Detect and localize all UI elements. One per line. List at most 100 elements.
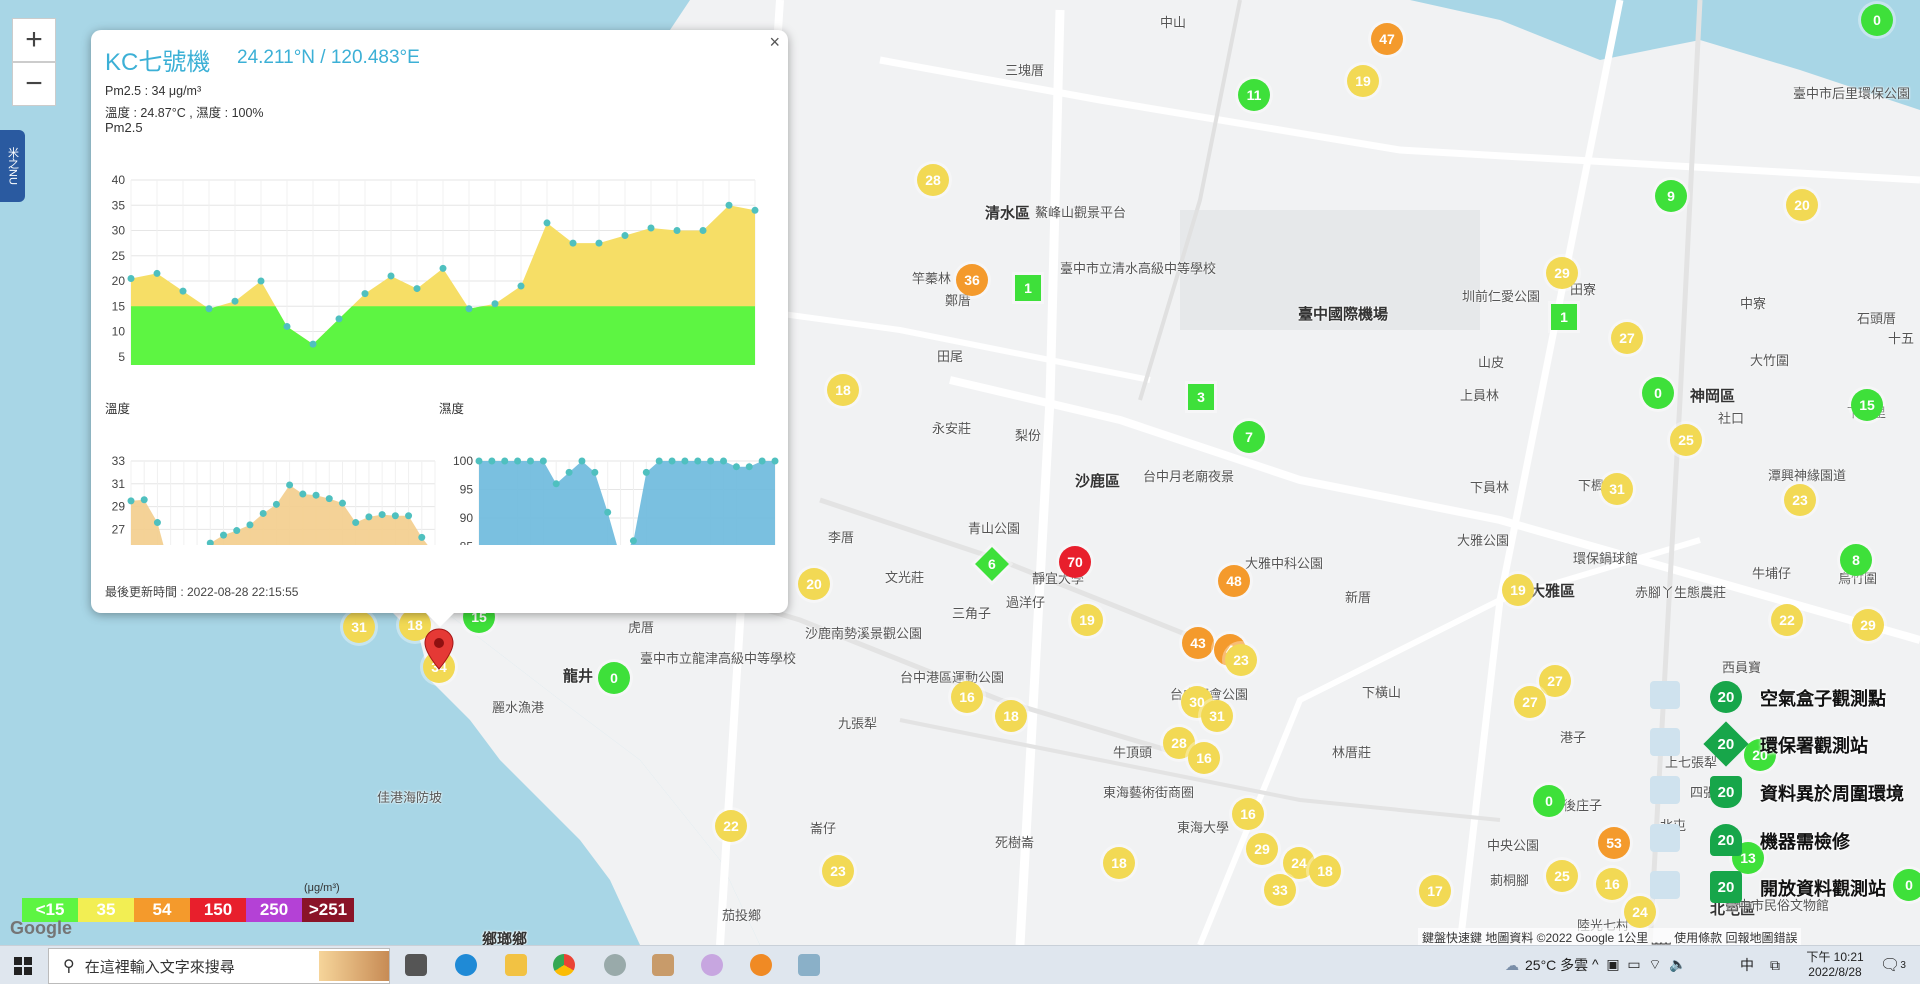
data-point [539, 457, 547, 465]
sensor-marker[interactable]: 19 [1502, 574, 1534, 606]
menu-tab[interactable]: 米之NU [0, 130, 25, 202]
sensor-marker[interactable]: 17 [1419, 875, 1451, 907]
sensor-marker[interactable]: 18 [1309, 855, 1341, 887]
map-view[interactable]: 三塊厝 清水區 鰲峰山觀景平台 臺中市立清水高級中等學校 竿蓁林 鄭厝 田尾 永… [0, 0, 1920, 945]
app-icon[interactable] [701, 954, 723, 976]
sensor-marker[interactable]: 53 [1598, 827, 1630, 859]
taskbar-search-box[interactable]: ⚲ 在這裡輸入文字來搜尋 [48, 948, 390, 984]
data-point [206, 539, 214, 545]
place-label: 麗水漁港 [492, 700, 545, 715]
sensor-marker[interactable]: 27 [1539, 665, 1571, 697]
selected-location-pin-icon[interactable] [423, 627, 455, 671]
data-point [604, 508, 612, 516]
sensor-marker[interactable]: 47 [1371, 23, 1403, 55]
place-label: 臺中市立龍津高級中等學校 [640, 651, 797, 666]
data-point [405, 512, 413, 520]
sensor-marker[interactable]: 29 [1246, 833, 1278, 865]
epa-station-marker[interactable]: 1 [1551, 304, 1577, 330]
last-update-time: 最後更新時間 : 2022-08-28 22:15:55 [105, 585, 299, 599]
sensor-marker[interactable]: 23 [1225, 644, 1257, 676]
cone-icon [1650, 824, 1680, 852]
sensor-marker[interactable]: 29 [1546, 257, 1578, 289]
sensor-marker[interactable]: 23 [822, 855, 854, 887]
data-point [465, 305, 473, 313]
place-label: 東海大學 [1177, 820, 1230, 835]
legend-anomaly: 20 資料異於周圍環境 [1650, 772, 1910, 812]
epa-station-marker[interactable]: 1 [1015, 275, 1041, 301]
notification-icon[interactable]: 🗨 3 [1880, 952, 1906, 978]
bird-decoration-icon [319, 951, 389, 981]
sensor-marker[interactable]: 16 [1188, 742, 1220, 774]
close-icon[interactable]: × [769, 32, 780, 53]
data-point [751, 206, 759, 214]
file-explorer-icon[interactable] [505, 954, 527, 976]
sensor-marker[interactable]: 28 [917, 164, 949, 196]
sensor-marker[interactable]: 18 [995, 700, 1027, 732]
sensor-marker[interactable]: 23 [1784, 484, 1816, 516]
ime-indicator[interactable]: 中 [1740, 952, 1754, 978]
sensor-marker[interactable]: 70 [1059, 546, 1091, 578]
system-tray-icons[interactable]: ^ ▣ ▭ ⌔ 🔈 [1592, 952, 1691, 978]
sensor-marker[interactable]: 15 [1851, 389, 1883, 421]
sensor-marker[interactable]: 20 [1786, 189, 1818, 221]
sensor-marker[interactable]: 0 [1642, 377, 1674, 409]
task-view-icon[interactable] [405, 954, 427, 976]
sensor-marker[interactable]: 11 [1238, 79, 1270, 111]
data-point [312, 491, 320, 499]
sensor-marker[interactable]: 29 [1852, 609, 1884, 641]
sensor-marker[interactable]: 16 [1232, 798, 1264, 830]
legend-open-data: 20 開放資料觀測站 [1650, 867, 1910, 907]
sensor-marker[interactable]: 48 [1218, 565, 1250, 597]
edge-browser-icon[interactable] [455, 954, 477, 976]
sensor-marker[interactable]: 43 [1182, 627, 1214, 659]
sensor-marker[interactable]: 27 [1611, 322, 1643, 354]
place-label: 後庄子 [1563, 798, 1603, 813]
blender-icon[interactable] [750, 954, 772, 976]
sensor-marker[interactable]: 22 [1771, 604, 1803, 636]
place-label: 西員寶 [1722, 660, 1762, 675]
sensor-marker[interactable]: 0 [598, 662, 630, 694]
sensor-marker[interactable]: 33 [1264, 874, 1296, 906]
sensor-marker[interactable]: 22 [715, 810, 747, 842]
sensor-marker[interactable]: 25 [1670, 424, 1702, 456]
google-logo: Google [10, 918, 72, 938]
sensor-marker[interactable]: 20 [798, 568, 830, 600]
place-label: 上員林 [1460, 388, 1500, 403]
data-point [595, 239, 603, 247]
sensor-marker[interactable]: 31 [343, 611, 375, 643]
weather-widget[interactable]: ☁ 25°C 多雲 [1505, 952, 1588, 978]
sensor-marker[interactable]: 27 [1514, 686, 1546, 718]
sensor-marker[interactable]: 18 [1103, 847, 1135, 879]
data-point [286, 481, 294, 489]
sensor-marker[interactable]: 19 [1071, 604, 1103, 636]
sensor-marker[interactable]: 19 [1347, 65, 1379, 97]
sensor-marker[interactable]: 7 [1233, 421, 1265, 453]
sensor-marker[interactable]: 18 [827, 374, 859, 406]
place-label: 牛埔仔 [1752, 566, 1792, 581]
app-icon[interactable] [604, 954, 626, 976]
clock[interactable]: 下午 10:21 2022/8/28 [1800, 948, 1870, 979]
place-label: 環保鍋球館 [1573, 551, 1639, 566]
sensor-marker[interactable]: 16 [951, 681, 983, 713]
zoom-out-button[interactable]: − [12, 62, 56, 106]
sensor-marker[interactable]: 36 [956, 264, 988, 296]
app-icon[interactable] [798, 954, 820, 976]
data-point [758, 457, 766, 465]
sensor-marker[interactable]: 31 [1201, 700, 1233, 732]
place-label: 台中港區運動公園 [900, 670, 1005, 685]
sensor-marker[interactable]: 31 [1601, 473, 1633, 505]
sensor-marker[interactable]: 9 [1655, 180, 1687, 212]
epa-station-marker[interactable]: 3 [1188, 384, 1214, 410]
sensor-marker[interactable]: 16 [1596, 868, 1628, 900]
sensor-marker[interactable]: 25 [1546, 860, 1578, 892]
place-label: 山皮 [1478, 355, 1505, 370]
app-icon[interactable] [652, 954, 674, 976]
sensor-marker[interactable]: 0 [1533, 785, 1565, 817]
sensor-marker[interactable]: 8 [1840, 544, 1872, 576]
ime-mode-icon[interactable]: ⧉ [1770, 952, 1780, 978]
zoom-in-button[interactable]: + [12, 18, 56, 62]
map-footer[interactable]: 鍵盤快速鍵 地圖資料 ©2022 Google 1公里 ⎵⎵⎵⎵ 使用條款 回報… [1418, 928, 1802, 945]
chrome-browser-icon[interactable] [553, 954, 575, 976]
sensor-marker[interactable]: 0 [1861, 4, 1893, 36]
windows-start-icon[interactable] [14, 957, 32, 975]
